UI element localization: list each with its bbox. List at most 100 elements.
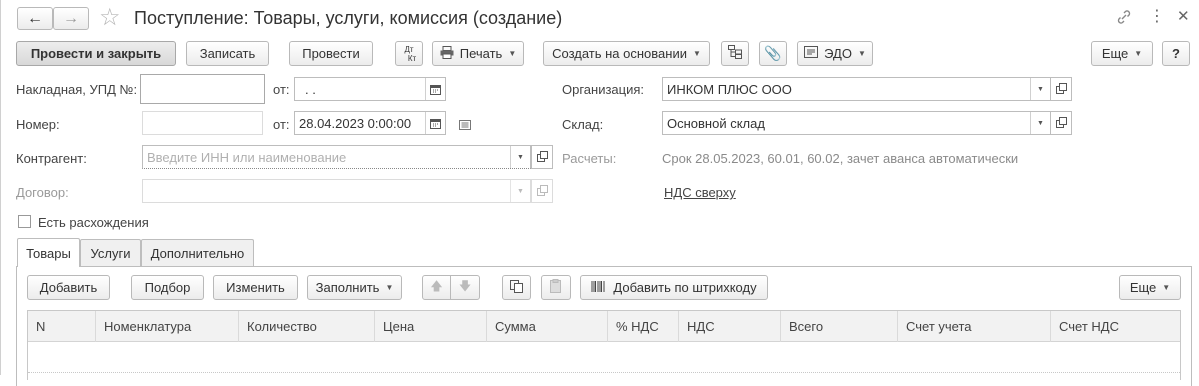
- arrow-up-icon: 🡅: [430, 279, 443, 293]
- table-more-label: Еще: [1129, 280, 1157, 295]
- copy-icon: [510, 279, 523, 296]
- save-button[interactable]: Записать: [186, 41, 269, 66]
- chevron-down-icon[interactable]: ▼: [510, 180, 530, 202]
- invoice-number-field[interactable]: [140, 74, 265, 104]
- organization-open-button[interactable]: [1050, 77, 1072, 101]
- chevron-down-icon: ▼: [1134, 49, 1143, 58]
- chevron-down-icon[interactable]: ▼: [1030, 78, 1050, 100]
- chevron-down-icon: ▼: [508, 49, 517, 58]
- history-icon[interactable]: [459, 118, 471, 133]
- tab-goods[interactable]: Товары: [17, 238, 80, 267]
- paperclip-icon: 📎: [764, 45, 782, 61]
- change-button[interactable]: Изменить: [213, 275, 298, 300]
- fill-label: Заполнить: [315, 280, 380, 295]
- printer-icon: [440, 45, 454, 62]
- chevron-down-icon: ▼: [692, 49, 701, 58]
- invoice-date-label: от:: [273, 82, 290, 97]
- column-header-n[interactable]: N: [28, 311, 95, 342]
- tab-services[interactable]: Услуги: [80, 239, 141, 266]
- back-button[interactable]: ←: [17, 7, 53, 30]
- structure-button[interactable]: [721, 41, 749, 66]
- link-icon[interactable]: [1116, 9, 1132, 28]
- create-based-label: Создать на основании: [552, 46, 687, 61]
- add-by-barcode-button[interactable]: Добавить по штрихкоду: [580, 275, 768, 300]
- column-header-sum[interactable]: Сумма: [486, 311, 607, 342]
- warehouse-field[interactable]: Основной склад ▼: [662, 111, 1051, 135]
- contract-label: Договор:: [16, 185, 69, 200]
- create-based-on-button[interactable]: Создать на основании ▼: [543, 41, 710, 66]
- organization-field[interactable]: ИНКОМ ПЛЮС ООО ▼: [662, 77, 1051, 101]
- column-header-vat-percent[interactable]: % НДС: [607, 311, 678, 342]
- warehouse-open-button[interactable]: [1050, 111, 1072, 135]
- doc-date-label: от:: [273, 117, 290, 132]
- barcode-icon: [591, 280, 606, 296]
- number-field[interactable]: [142, 111, 263, 135]
- warehouse-label: Склад:: [562, 117, 604, 132]
- column-header-vat[interactable]: НДС: [678, 311, 780, 342]
- contract-open-button[interactable]: [531, 179, 553, 203]
- calendar-icon[interactable]: [425, 78, 445, 100]
- invoice-date-field[interactable]: . .: [294, 77, 446, 101]
- window-left-border: [0, 0, 1, 375]
- post-and-close-button[interactable]: Провести и закрыть: [16, 41, 176, 66]
- chevron-down-icon[interactable]: ▼: [1030, 112, 1050, 134]
- column-header-nomenclature[interactable]: Номенклатура: [95, 311, 238, 342]
- column-header-vat-account[interactable]: Счет НДС: [1050, 311, 1180, 342]
- discrepancy-label: Есть расхождения: [38, 215, 149, 230]
- favorite-star-icon[interactable]: ☆: [99, 4, 121, 32]
- number-label: Номер:: [16, 117, 60, 132]
- dt-kt-button[interactable]: Дт Кт: [395, 41, 423, 66]
- vat-on-top-link[interactable]: НДС сверху: [664, 185, 736, 200]
- organization-value: ИНКОМ ПЛЮС ООО: [667, 81, 792, 97]
- more-vertical-icon[interactable]: ⋮: [1149, 8, 1165, 26]
- fill-button[interactable]: Заполнить ▼: [307, 275, 402, 300]
- close-icon[interactable]: ✕: [1177, 8, 1190, 26]
- paste-button[interactable]: [541, 275, 571, 300]
- column-header-price[interactable]: Цена: [374, 311, 486, 342]
- post-button[interactable]: Провести: [289, 41, 373, 66]
- counterparty-label: Контрагент:: [16, 151, 87, 166]
- column-header-quantity[interactable]: Количество: [238, 311, 374, 342]
- settlements-label: Расчеты:: [562, 151, 617, 166]
- calendar-icon[interactable]: [425, 112, 445, 134]
- arrow-down-icon: 🡇: [458, 279, 472, 293]
- structure-icon: [728, 45, 742, 62]
- doc-date-field[interactable]: 28.04.2023 0:00:00: [294, 111, 446, 135]
- invoice-number-label: Накладная, УПД №:: [16, 82, 138, 97]
- chevron-down-icon: ▼: [857, 49, 866, 58]
- tab-additional[interactable]: Дополнительно: [141, 239, 254, 266]
- column-header-total[interactable]: Всего: [780, 311, 897, 342]
- chevron-down-icon: ▼: [1162, 283, 1171, 292]
- table-more-button[interactable]: Еще ▼: [1119, 275, 1181, 300]
- edo-button[interactable]: ЭДО ▼: [797, 41, 873, 66]
- open-form-icon: [536, 150, 548, 165]
- copy-button[interactable]: [502, 275, 531, 300]
- goods-table[interactable]: N Номенклатура Количество Цена Сумма % Н…: [27, 310, 1181, 380]
- print-button[interactable]: Печать ▼: [432, 41, 524, 66]
- help-button[interactable]: ?: [1162, 41, 1190, 66]
- table-empty-row-separator: [28, 372, 1180, 373]
- warehouse-value: Основной склад: [667, 115, 765, 131]
- counterparty-field[interactable]: Введите ИНН или наименование ▼: [142, 145, 531, 169]
- forward-button[interactable]: →: [53, 7, 89, 30]
- contract-field[interactable]: ▼: [142, 179, 531, 203]
- move-down-button[interactable]: 🡇: [450, 275, 480, 300]
- more-label: Еще: [1101, 46, 1129, 61]
- move-up-button[interactable]: 🡅: [422, 275, 451, 300]
- column-header-account[interactable]: Счет учета: [897, 311, 1050, 342]
- counterparty-open-button[interactable]: [531, 145, 553, 169]
- dt-label: Дт: [404, 44, 414, 54]
- add-button[interactable]: Добавить: [27, 275, 110, 300]
- edo-icon: [804, 46, 819, 61]
- table-header: N Номенклатура Количество Цена Сумма % Н…: [28, 311, 1180, 342]
- open-form-icon: [1055, 82, 1067, 97]
- discrepancy-checkbox[interactable]: [18, 215, 31, 228]
- doc-date-value: 28.04.2023 0:00:00: [299, 115, 412, 131]
- attachments-button[interactable]: 📎: [759, 41, 787, 66]
- counterparty-placeholder: Введите ИНН или наименование: [147, 149, 347, 165]
- more-button[interactable]: Еще ▼: [1091, 41, 1153, 66]
- paste-icon: [549, 279, 563, 296]
- chevron-down-icon[interactable]: ▼: [510, 146, 530, 168]
- print-label: Печать: [459, 46, 503, 61]
- select-button[interactable]: Подбор: [131, 275, 204, 300]
